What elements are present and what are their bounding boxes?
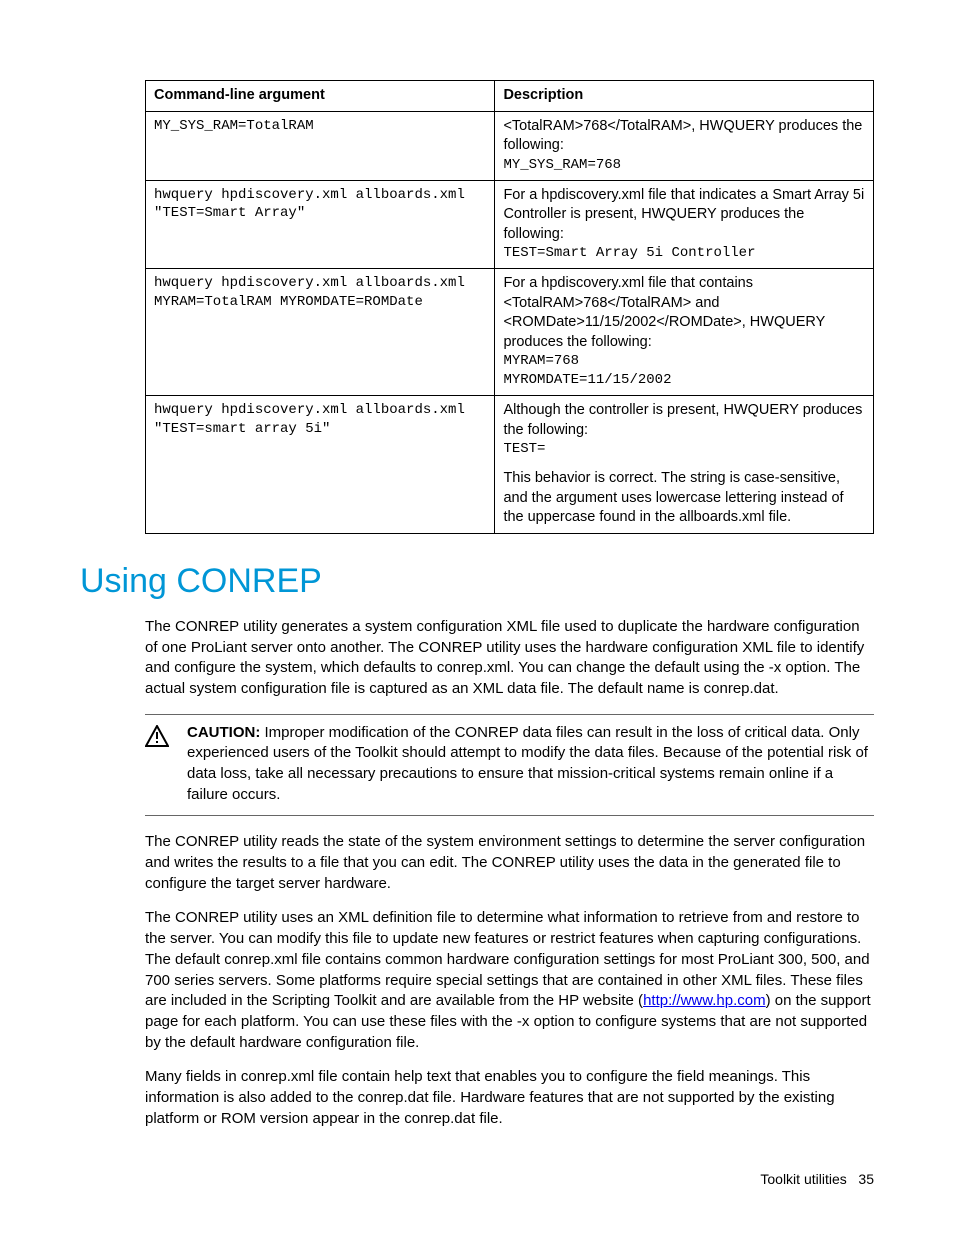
table-cell-desc: For a hpdiscovery.xml file that contains…: [495, 269, 874, 396]
table-cell-arg: hwquery hpdiscovery.xml allboards.xml MY…: [146, 269, 495, 396]
table-row: hwquery hpdiscovery.xml allboards.xml "T…: [146, 396, 874, 534]
table-row: MY_SYS_RAM=TotalRAM <TotalRAM>768</Total…: [146, 111, 874, 180]
footer-section: Toolkit utilities: [760, 1171, 846, 1187]
table-header-desc: Description: [495, 81, 874, 112]
paragraph: The CONREP utility uses an XML definitio…: [145, 908, 874, 1053]
caution-box: CAUTION: Improper modification of the CO…: [145, 714, 874, 817]
caution-label: CAUTION:: [187, 724, 260, 741]
command-table: Command-line argument Description MY_SYS…: [145, 80, 874, 534]
table-cell-desc: <TotalRAM>768</TotalRAM>, HWQUERY produc…: [495, 111, 874, 180]
table-cell-desc: For a hpdiscovery.xml file that indicate…: [495, 180, 874, 269]
caution-text: CAUTION: Improper modification of the CO…: [187, 723, 874, 806]
table-cell-desc: Although the controller is present, HWQU…: [495, 396, 874, 534]
footer-page-number: 35: [858, 1171, 874, 1187]
hp-website-link[interactable]: http://www.hp.com: [643, 992, 766, 1009]
table-cell-arg: hwquery hpdiscovery.xml allboards.xml "T…: [146, 180, 495, 269]
table-cell-arg: hwquery hpdiscovery.xml allboards.xml "T…: [146, 396, 495, 534]
table-row: hwquery hpdiscovery.xml allboards.xml "T…: [146, 180, 874, 269]
paragraph: The CONREP utility generates a system co…: [145, 617, 874, 700]
section-heading: Using CONREP: [80, 562, 874, 601]
warning-icon: [145, 723, 173, 806]
table-header-arg: Command-line argument: [146, 81, 495, 112]
page-footer: Toolkit utilities 35: [760, 1171, 874, 1187]
table-row: hwquery hpdiscovery.xml allboards.xml MY…: [146, 269, 874, 396]
paragraph: Many fields in conrep.xml file contain h…: [145, 1067, 874, 1129]
table-cell-arg: MY_SYS_RAM=TotalRAM: [146, 111, 495, 180]
paragraph: The CONREP utility reads the state of th…: [145, 832, 874, 894]
